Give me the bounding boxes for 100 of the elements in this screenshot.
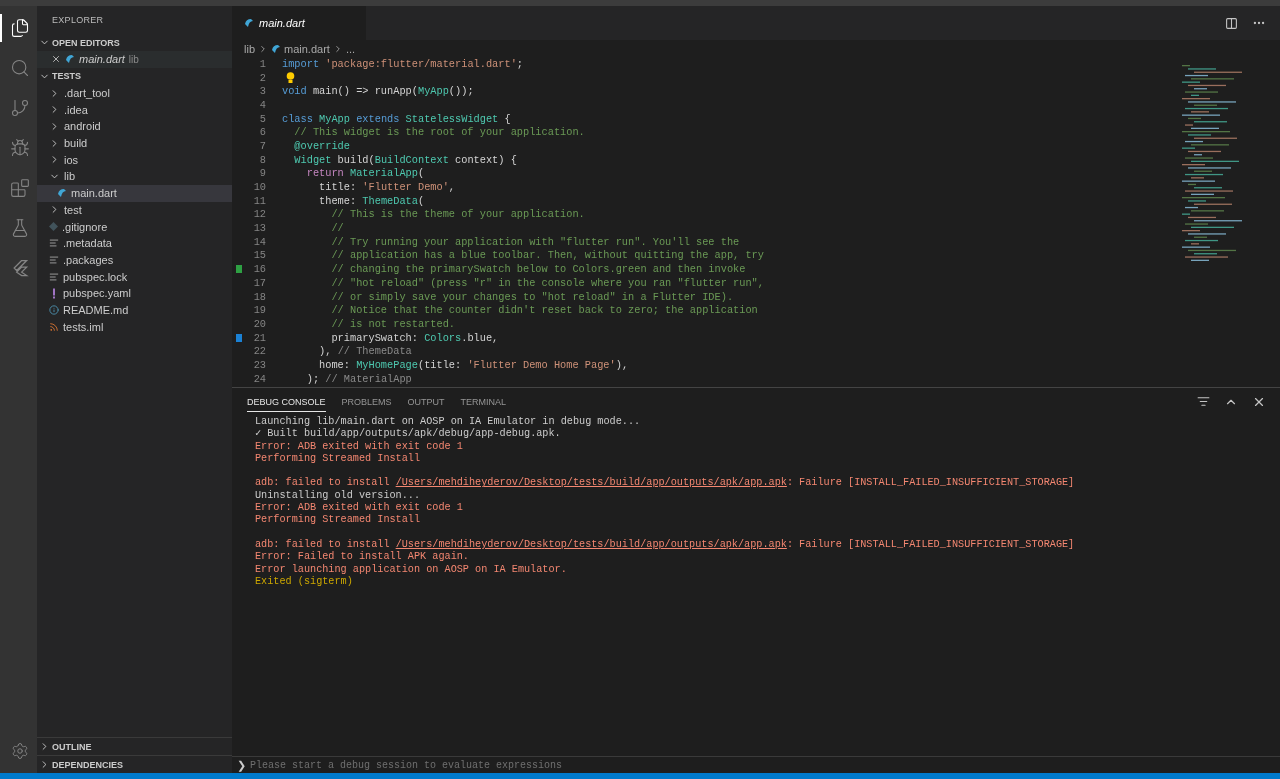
file-tree-item[interactable]: pubspec.lock <box>37 268 232 285</box>
code-line: class MyApp extends StatelessWidget { <box>282 112 511 125</box>
file-link[interactable]: /Users/mehdiheyderov/Desktop/tests/build/app/outputs/apk/app.apk <box>395 477 787 489</box>
section-header[interactable]: OPEN EDITORS <box>37 34 232 51</box>
line-number: 14 <box>252 235 267 248</box>
editor-tab[interactable]: main.dart <box>232 6 366 40</box>
code-line: // Try running your application with "flutter run". You'll see the <box>330 235 740 248</box>
line-number: 24 <box>252 372 267 385</box>
line-number: 13 <box>252 222 267 235</box>
branch-icon <box>9 98 30 118</box>
bug-icon <box>9 138 30 158</box>
code-line: // Notice that the counter didn't reset back to zero; the application <box>330 304 758 317</box>
text-file-icon <box>49 254 59 265</box>
sidebar-title: EXPLORER <box>51 14 105 27</box>
line-number: 15 <box>252 249 267 262</box>
line-number: 4 <box>258 98 267 111</box>
file-tree-item[interactable]: lib <box>37 168 232 185</box>
text-file-icon <box>49 271 59 282</box>
code-line: // application has a blue toolbar. Then, without quitting the app, try <box>330 249 764 262</box>
code-line: // is not restarted. <box>330 317 456 330</box>
blocks-icon <box>9 178 30 198</box>
section-title: OPEN EDITORS <box>52 37 120 48</box>
open-editor-folder: lib <box>128 53 139 65</box>
section-header[interactable]: OUTLINE <box>37 737 232 755</box>
breadcrumb-item[interactable]: main.dart <box>284 42 330 55</box>
dart-file-icon <box>65 54 75 65</box>
file-tree-item[interactable]: android <box>37 118 232 135</box>
diamond-file-icon <box>49 222 58 232</box>
file-tree-item[interactable]: build <box>37 134 232 152</box>
section-header[interactable]: TESTS <box>37 67 232 85</box>
prompt-icon: ❯ <box>237 758 246 772</box>
code-line: @override <box>293 139 350 152</box>
dart-file-icon <box>271 43 281 54</box>
open-editor-name[interactable]: main.dart <box>79 53 125 66</box>
breadcrumb-item[interactable]: ... <box>345 42 356 55</box>
console-line: Performing Streamed Install <box>255 452 422 466</box>
line-number: 12 <box>252 208 267 221</box>
line-number: 8 <box>258 153 267 166</box>
line-number: 16 <box>252 263 267 276</box>
section-title: DEPENDENCIES <box>52 759 123 770</box>
dart-file-icon <box>244 18 254 28</box>
code-line: import 'package:flutter/material.dart'; <box>282 57 523 70</box>
line-number: 18 <box>252 290 267 303</box>
file-tree-item[interactable]: test <box>37 201 232 219</box>
dart-file-icon <box>57 188 67 199</box>
file-tree-item[interactable]: .gitignore <box>37 218 232 235</box>
panel-tab[interactable]: PROBLEMS <box>341 392 392 412</box>
code-line: // or simply save your changes to "hot reload" in a Flutter IDE). <box>330 290 734 303</box>
console-line: Error: ADB exited with exit code 1 <box>255 440 464 453</box>
feed-file-icon <box>49 321 59 332</box>
file-tree-item[interactable]: ios <box>37 151 232 169</box>
console-line: adb: failed to install /Users/mehdiheyderov/Desktop/tests/build/app/outputs/apk/app.apk: Failure [INSTALL_FAILED_INSUFFICIENT_STORAGE] <box>255 538 1076 551</box>
line-number: 17 <box>252 276 267 289</box>
filter-icon[interactable] <box>1197 395 1210 408</box>
line-number: 1 <box>258 57 267 70</box>
line-number: 21 <box>252 331 267 344</box>
code-line: void main() => runApp(MyApp()); <box>282 85 474 98</box>
expression-input[interactable]: Please start a debug session to evaluate expressions <box>248 758 1280 772</box>
console-line: ✓ Built build/app/outputs/apk/debug/app-debug.apk. <box>255 428 562 441</box>
file-tree-item[interactable]: README.md <box>37 301 232 319</box>
panel-tab[interactable]: OUTPUT <box>407 392 445 412</box>
file-link[interactable]: /Users/mehdiheyderov/Desktop/tests/build/app/outputs/apk/app.apk <box>395 538 787 550</box>
line-number: 6 <box>258 126 267 139</box>
line-number: 19 <box>252 304 267 317</box>
file-tree-item[interactable]: main.dart <box>37 184 232 202</box>
code-line: // This widget is the root of your application. <box>293 126 585 139</box>
line-number: 20 <box>252 317 267 330</box>
line-number: 9 <box>258 167 267 180</box>
files-icon <box>9 18 30 38</box>
file-tree-item[interactable]: .packages <box>37 251 232 269</box>
file-tree-item[interactable]: .dart_tool <box>37 84 232 102</box>
chevron-right-icon <box>258 43 268 54</box>
code-line: // This is the theme of your application. <box>330 208 585 221</box>
code-line: primarySwatch: Colors.blue, <box>330 331 499 344</box>
code-line: // changing the primarySwatch below to Colors.green and then invoke <box>330 263 746 276</box>
file-tree-item[interactable]: .idea <box>37 101 232 119</box>
line-number: 22 <box>252 345 267 358</box>
file-tree-item[interactable]: .metadata <box>37 234 232 252</box>
file-tree-item[interactable]: tests.iml <box>37 318 232 335</box>
section-title: OUTLINE <box>52 741 92 752</box>
console-line: Error: Failed to install APK again. <box>255 551 470 564</box>
text-file-icon <box>49 238 59 249</box>
settings-icon[interactable] <box>10 742 29 760</box>
code-line: ); // MaterialApp <box>305 372 412 385</box>
code-line: // "hot reload" (press "r" in the console where you ran "flutter run", <box>330 276 764 289</box>
console-line: Exited (sigterm) <box>255 575 354 589</box>
code-line: theme: ThemeData( <box>318 194 425 207</box>
panel-tab[interactable]: DEBUG CONSOLE <box>247 392 326 412</box>
breadcrumb-item[interactable]: lib <box>244 42 255 55</box>
code-line: home: MyHomePage(title: 'Flutter Demo Home Page'), <box>318 358 629 371</box>
line-number: 2 <box>258 71 267 84</box>
console-line: Uninstalling old version... <box>255 489 422 502</box>
panel-tab[interactable]: TERMINAL <box>460 392 507 412</box>
file-tree-item[interactable]: pubspec.yaml <box>37 284 232 302</box>
split-editor-icon[interactable] <box>1225 16 1238 30</box>
code-line: Widget build(BuildContext context) { <box>293 153 517 166</box>
close-icon[interactable] <box>1252 395 1266 409</box>
console-line: adb: failed to install /Users/mehdiheyderov/Desktop/tests/build/app/outputs/apk/app.apk: Failure [INSTALL_FAILED_INSUFFICIENT_STORAGE] <box>255 477 1076 490</box>
close-icon[interactable] <box>51 54 61 65</box>
console-line: Error launching application on AOSP on IA Emulator. <box>255 563 568 576</box>
